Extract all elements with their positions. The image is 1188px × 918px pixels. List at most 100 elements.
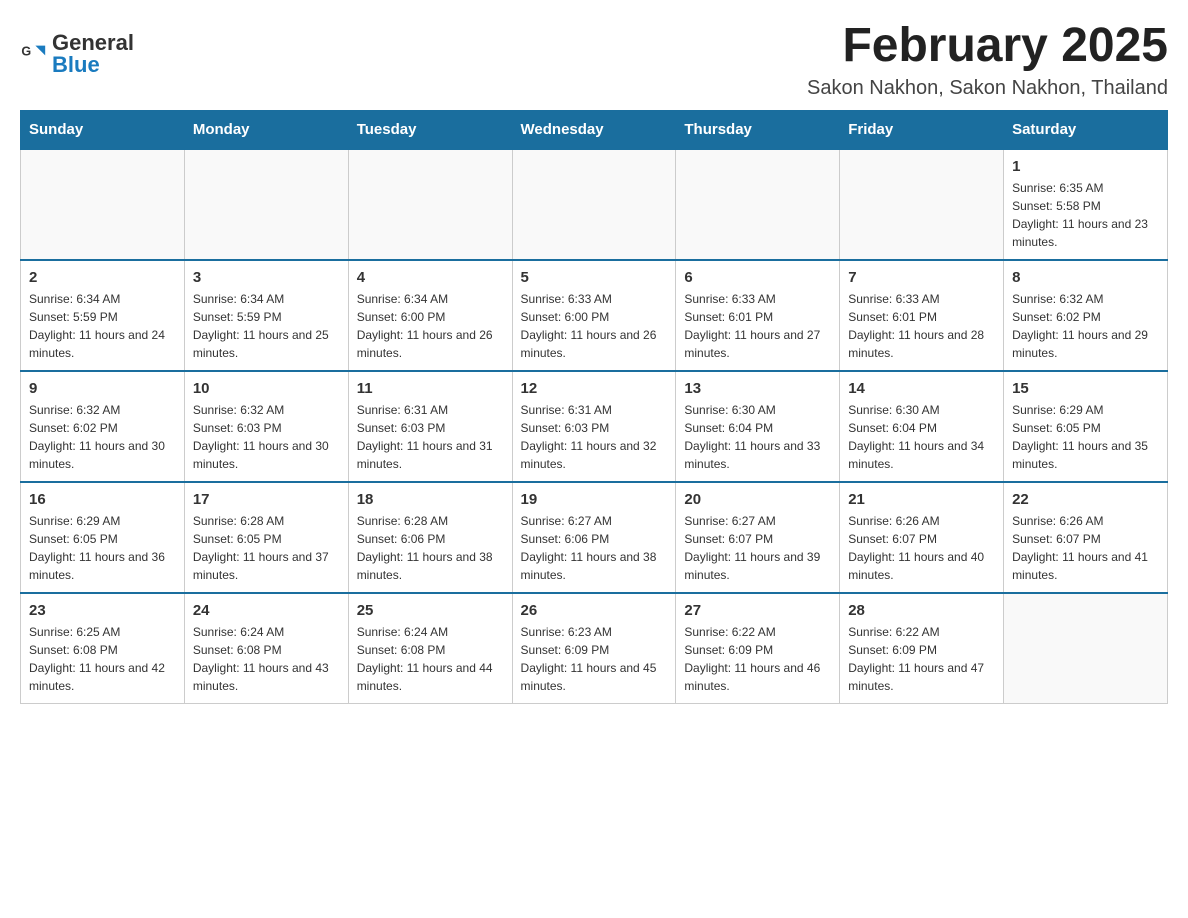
day-number: 19 bbox=[521, 491, 668, 508]
day-info: Sunrise: 6:32 AM Sunset: 6:02 PM Dayligh… bbox=[1012, 290, 1159, 362]
day-number: 14 bbox=[848, 380, 995, 397]
day-number: 12 bbox=[521, 380, 668, 397]
day-number: 5 bbox=[521, 269, 668, 286]
day-cell: 19 Sunrise: 6:27 AM Sunset: 6:06 PM Dayli… bbox=[512, 482, 676, 593]
svg-text:G: G bbox=[21, 44, 31, 58]
day-number: 6 bbox=[684, 269, 831, 286]
day-cell: 22 Sunrise: 6:26 AM Sunset: 6:07 PM Dayli… bbox=[1004, 482, 1168, 593]
logo: G GeneralBlue bbox=[20, 30, 134, 78]
day-cell: 15Sunrise: 6:29 AM Sunset: 6:05 PM Dayli… bbox=[1004, 371, 1168, 482]
day-info: Sunrise: 6:33 AM Sunset: 6:01 PM Dayligh… bbox=[684, 290, 831, 362]
day-cell: 12 Sunrise: 6:31 AM Sunset: 6:03 PM Dayli… bbox=[512, 371, 676, 482]
week-row-2: 2Sunrise: 6:34 AM Sunset: 5:59 PM Daylig… bbox=[21, 260, 1168, 371]
title-section: February 2025 Sakon Nakhon, Sakon Nakhon… bbox=[807, 20, 1168, 100]
day-number: 22 bbox=[1012, 491, 1159, 508]
day-info: Sunrise: 6:29 AM Sunset: 6:05 PM Dayligh… bbox=[29, 512, 176, 584]
day-number: 18 bbox=[357, 491, 504, 508]
day-cell: 2Sunrise: 6:34 AM Sunset: 5:59 PM Daylig… bbox=[21, 260, 185, 371]
day-cell: 3 Sunrise: 6:34 AM Sunset: 5:59 PM Daylig… bbox=[184, 260, 348, 371]
day-info: Sunrise: 6:28 AM Sunset: 6:05 PM Dayligh… bbox=[193, 512, 340, 584]
calendar-table: Sunday Monday Tuesday Wednesday Thursday… bbox=[20, 110, 1168, 704]
logo-blue-text: Blue bbox=[52, 52, 134, 78]
day-info: Sunrise: 6:31 AM Sunset: 6:03 PM Dayligh… bbox=[521, 401, 668, 473]
day-info: Sunrise: 6:34 AM Sunset: 5:59 PM Dayligh… bbox=[193, 290, 340, 362]
day-info: Sunrise: 6:25 AM Sunset: 6:08 PM Dayligh… bbox=[29, 623, 176, 695]
day-info: Sunrise: 6:33 AM Sunset: 6:00 PM Dayligh… bbox=[521, 290, 668, 362]
day-number: 13 bbox=[684, 380, 831, 397]
day-cell: 27 Sunrise: 6:22 AM Sunset: 6:09 PM Dayli… bbox=[676, 593, 840, 704]
day-info: Sunrise: 6:35 AM Sunset: 5:58 PM Dayligh… bbox=[1012, 179, 1159, 251]
header-thursday: Thursday bbox=[676, 110, 840, 149]
day-info: Sunrise: 6:33 AM Sunset: 6:01 PM Dayligh… bbox=[848, 290, 995, 362]
day-cell: 4 Sunrise: 6:34 AM Sunset: 6:00 PM Daylig… bbox=[348, 260, 512, 371]
day-info: Sunrise: 6:31 AM Sunset: 6:03 PM Dayligh… bbox=[357, 401, 504, 473]
header-sunday: Sunday bbox=[21, 110, 185, 149]
day-number: 8 bbox=[1012, 269, 1159, 286]
day-info: Sunrise: 6:32 AM Sunset: 6:02 PM Dayligh… bbox=[29, 401, 176, 473]
day-cell: 18 Sunrise: 6:28 AM Sunset: 6:06 PM Dayli… bbox=[348, 482, 512, 593]
day-number: 28 bbox=[848, 602, 995, 619]
day-cell: 23 Sunrise: 6:25 AM Sunset: 6:08 PM Dayli… bbox=[21, 593, 185, 704]
day-number: 3 bbox=[193, 269, 340, 286]
day-info: Sunrise: 6:22 AM Sunset: 6:09 PM Dayligh… bbox=[848, 623, 995, 695]
day-number: 26 bbox=[521, 602, 668, 619]
day-cell: 9 Sunrise: 6:32 AM Sunset: 6:02 PM Daylig… bbox=[21, 371, 185, 482]
day-number: 23 bbox=[29, 602, 176, 619]
day-cell bbox=[1004, 593, 1168, 704]
day-info: Sunrise: 6:34 AM Sunset: 5:59 PM Dayligh… bbox=[29, 290, 176, 362]
day-info: Sunrise: 6:34 AM Sunset: 6:00 PM Dayligh… bbox=[357, 290, 504, 362]
day-cell: 28 Sunrise: 6:22 AM Sunset: 6:09 PM Dayli… bbox=[840, 593, 1004, 704]
day-cell: 1 Sunrise: 6:35 AM Sunset: 5:58 PM Daylig… bbox=[1004, 149, 1168, 260]
weekday-header-row: Sunday Monday Tuesday Wednesday Thursday… bbox=[21, 110, 1168, 149]
day-number: 10 bbox=[193, 380, 340, 397]
day-number: 24 bbox=[193, 602, 340, 619]
day-number: 11 bbox=[357, 380, 504, 397]
day-info: Sunrise: 6:23 AM Sunset: 6:09 PM Dayligh… bbox=[521, 623, 668, 695]
header-friday: Friday bbox=[840, 110, 1004, 149]
day-number: 1 bbox=[1012, 158, 1159, 175]
day-cell: 10 Sunrise: 6:32 AM Sunset: 6:03 PM Dayli… bbox=[184, 371, 348, 482]
day-cell bbox=[184, 149, 348, 260]
day-info: Sunrise: 6:32 AM Sunset: 6:03 PM Dayligh… bbox=[193, 401, 340, 473]
day-cell: 17 Sunrise: 6:28 AM Sunset: 6:05 PM Dayli… bbox=[184, 482, 348, 593]
page-header: G GeneralBlue February 2025 Sakon Nakhon… bbox=[20, 20, 1168, 100]
day-cell bbox=[840, 149, 1004, 260]
day-cell: 24 Sunrise: 6:24 AM Sunset: 6:08 PM Dayli… bbox=[184, 593, 348, 704]
day-info: Sunrise: 6:28 AM Sunset: 6:06 PM Dayligh… bbox=[357, 512, 504, 584]
day-number: 7 bbox=[848, 269, 995, 286]
day-info: Sunrise: 6:27 AM Sunset: 6:07 PM Dayligh… bbox=[684, 512, 831, 584]
day-info: Sunrise: 6:24 AM Sunset: 6:08 PM Dayligh… bbox=[193, 623, 340, 695]
logo-icon: G bbox=[20, 40, 48, 68]
day-number: 25 bbox=[357, 602, 504, 619]
day-info: Sunrise: 6:30 AM Sunset: 6:04 PM Dayligh… bbox=[848, 401, 995, 473]
day-number: 4 bbox=[357, 269, 504, 286]
day-number: 16 bbox=[29, 491, 176, 508]
day-cell bbox=[676, 149, 840, 260]
week-row-5: 23 Sunrise: 6:25 AM Sunset: 6:08 PM Dayli… bbox=[21, 593, 1168, 704]
day-cell: 14 Sunrise: 6:30 AM Sunset: 6:04 PM Dayli… bbox=[840, 371, 1004, 482]
header-saturday: Saturday bbox=[1004, 110, 1168, 149]
day-info: Sunrise: 6:27 AM Sunset: 6:06 PM Dayligh… bbox=[521, 512, 668, 584]
day-cell: 5 Sunrise: 6:33 AM Sunset: 6:00 PM Daylig… bbox=[512, 260, 676, 371]
day-number: 9 bbox=[29, 380, 176, 397]
day-info: Sunrise: 6:26 AM Sunset: 6:07 PM Dayligh… bbox=[848, 512, 995, 584]
day-cell: 26 Sunrise: 6:23 AM Sunset: 6:09 PM Dayli… bbox=[512, 593, 676, 704]
day-info: Sunrise: 6:29 AM Sunset: 6:05 PM Dayligh… bbox=[1012, 401, 1159, 473]
day-cell: 13 Sunrise: 6:30 AM Sunset: 6:04 PM Dayli… bbox=[676, 371, 840, 482]
header-wednesday: Wednesday bbox=[512, 110, 676, 149]
header-tuesday: Tuesday bbox=[348, 110, 512, 149]
day-cell: 6 Sunrise: 6:33 AM Sunset: 6:01 PM Daylig… bbox=[676, 260, 840, 371]
day-cell bbox=[512, 149, 676, 260]
day-info: Sunrise: 6:22 AM Sunset: 6:09 PM Dayligh… bbox=[684, 623, 831, 695]
day-number: 21 bbox=[848, 491, 995, 508]
week-row-3: 9 Sunrise: 6:32 AM Sunset: 6:02 PM Daylig… bbox=[21, 371, 1168, 482]
day-number: 17 bbox=[193, 491, 340, 508]
day-number: 27 bbox=[684, 602, 831, 619]
day-cell: 8 Sunrise: 6:32 AM Sunset: 6:02 PM Daylig… bbox=[1004, 260, 1168, 371]
day-info: Sunrise: 6:30 AM Sunset: 6:04 PM Dayligh… bbox=[684, 401, 831, 473]
day-cell bbox=[348, 149, 512, 260]
day-info: Sunrise: 6:26 AM Sunset: 6:07 PM Dayligh… bbox=[1012, 512, 1159, 584]
day-cell: 21 Sunrise: 6:26 AM Sunset: 6:07 PM Dayli… bbox=[840, 482, 1004, 593]
day-cell: 25Sunrise: 6:24 AM Sunset: 6:08 PM Dayli… bbox=[348, 593, 512, 704]
day-cell bbox=[21, 149, 185, 260]
